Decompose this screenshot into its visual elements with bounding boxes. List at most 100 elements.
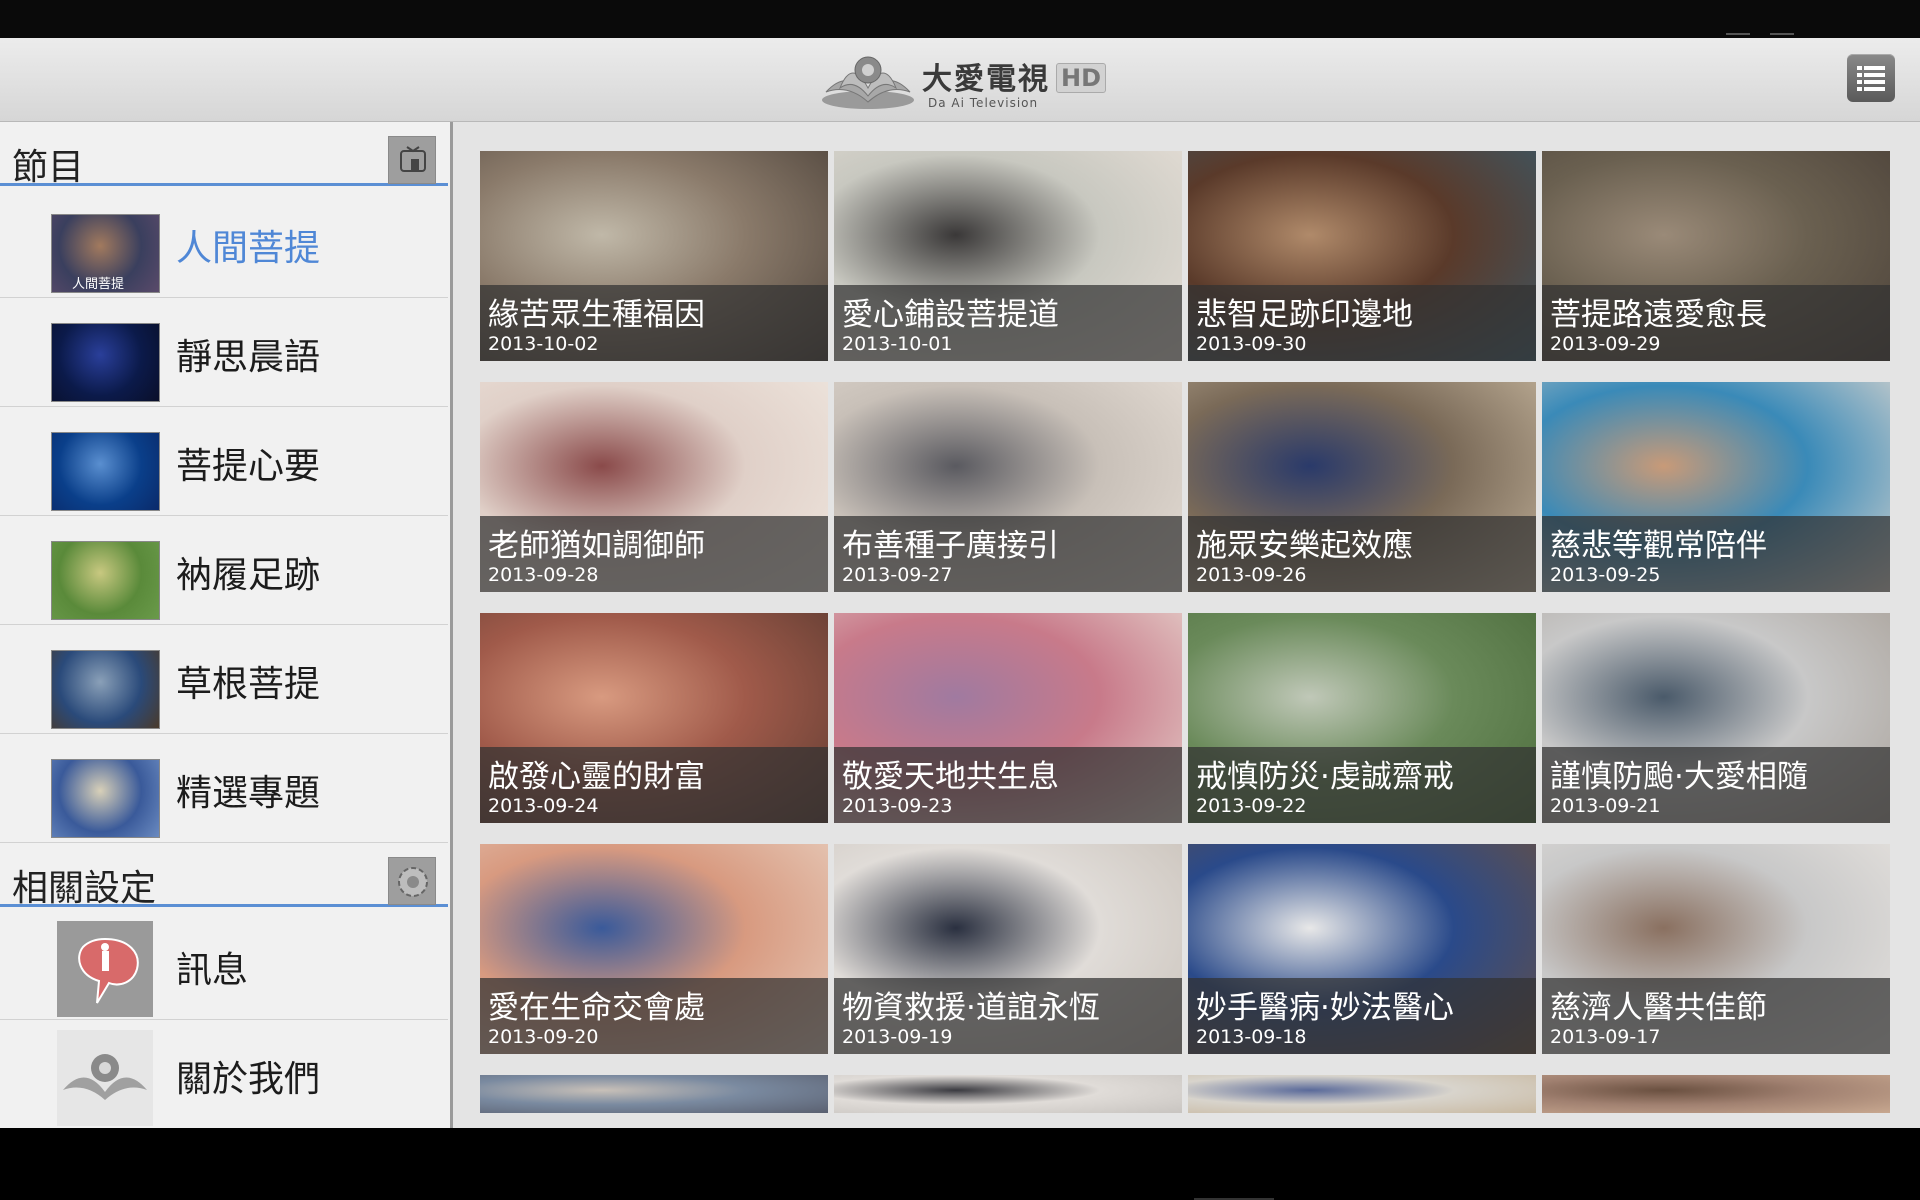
video-title: 謹慎防颱·大愛相隨 bbox=[1550, 759, 1808, 795]
video-date: 2013-09-20 bbox=[488, 1026, 599, 1048]
gear-icon[interactable] bbox=[388, 857, 436, 905]
video-tile[interactable]: 物資救援·道誼永恆 2013-09-19 bbox=[834, 844, 1182, 1054]
video-title: 戒慎防災·虔誠齋戒 bbox=[1196, 759, 1454, 795]
video-tile[interactable]: 謹慎防颱·大愛相隨 2013-09-21 bbox=[1542, 613, 1890, 823]
video-title: 緣苦眾生種福因 bbox=[488, 297, 705, 333]
program-label: 靜思晨語 bbox=[176, 337, 321, 378]
program-thumbnail bbox=[51, 323, 160, 402]
settings-item-label: 訊息 bbox=[176, 950, 249, 991]
video-title: 慈悲等觀常陪伴 bbox=[1550, 528, 1767, 564]
video-title: 慈濟人醫共佳節 bbox=[1550, 990, 1767, 1026]
sidebar-program-item[interactable]: 草根菩提 bbox=[0, 625, 448, 734]
action-bar: 大愛電視 HD Da Ai Television bbox=[0, 38, 1920, 122]
video-title: 啟發心靈的財富 bbox=[488, 759, 705, 795]
video-grid: 緣苦眾生種福因 2013-10-02 愛心鋪設菩提道 2013-10-01 悲智足跡印邊… bbox=[453, 122, 1920, 1128]
status-indicator bbox=[1726, 33, 1750, 35]
video-caption: 菩提路遠愛愈長 2013-09-29 bbox=[1542, 285, 1890, 361]
video-date: 2013-10-02 bbox=[488, 333, 599, 355]
video-tile[interactable]: 悲智足跡印邊地 2013-09-30 bbox=[1188, 151, 1536, 361]
video-date: 2013-09-17 bbox=[1550, 1026, 1661, 1048]
video-caption: 慈濟人醫共佳節 2013-09-17 bbox=[1542, 978, 1890, 1054]
video-tile[interactable]: 老師猶如調御師 2013-09-28 bbox=[480, 382, 828, 592]
video-thumbnail bbox=[834, 1075, 1182, 1113]
program-label: 精選專題 bbox=[176, 773, 321, 814]
video-tile[interactable]: 戒慎防災·虔誠齋戒 2013-09-22 bbox=[1188, 613, 1536, 823]
video-caption: 妙手醫病·妙法醫心 2013-09-18 bbox=[1188, 978, 1536, 1054]
video-tile[interactable]: 啟發心靈的財富 2013-09-24 bbox=[480, 613, 828, 823]
video-title: 愛心鋪設菩提道 bbox=[842, 297, 1059, 333]
lotus-logo-icon bbox=[57, 1030, 153, 1126]
video-tile[interactable]: 緣苦眾生種福因 2013-10-02 bbox=[480, 151, 828, 361]
program-label: 菩提心要 bbox=[176, 446, 321, 487]
program-thumbnail bbox=[51, 432, 160, 511]
program-label: 衲履足跡 bbox=[176, 555, 321, 596]
video-date: 2013-09-23 bbox=[842, 795, 953, 817]
video-title: 敬愛天地共生息 bbox=[842, 759, 1059, 795]
video-thumbnail bbox=[480, 1075, 828, 1113]
video-tile[interactable]: 妙手醫病·妙法醫心 2013-09-18 bbox=[1188, 844, 1536, 1054]
settings-header-title: 相關設定 bbox=[12, 868, 157, 909]
app-logo[interactable]: 大愛電視 HD Da Ai Television bbox=[818, 48, 1108, 112]
video-caption: 緣苦眾生種福因 2013-10-02 bbox=[480, 285, 828, 361]
video-title: 施眾安樂起效應 bbox=[1196, 528, 1413, 564]
video-caption: 慈悲等觀常陪伴 2013-09-25 bbox=[1542, 516, 1890, 592]
video-caption: 布善種子廣接引 2013-09-27 bbox=[834, 516, 1182, 592]
message-icon bbox=[57, 921, 153, 1017]
video-date: 2013-09-19 bbox=[842, 1026, 953, 1048]
sidebar-program-item[interactable]: 精選專題 bbox=[0, 734, 448, 843]
video-tile[interactable] bbox=[480, 1075, 828, 1113]
lotus-emblem-icon bbox=[822, 56, 914, 109]
video-tile[interactable]: 慈濟人醫共佳節 2013-09-17 bbox=[1542, 844, 1890, 1054]
tv-icon[interactable] bbox=[388, 136, 436, 184]
video-date: 2013-09-30 bbox=[1196, 333, 1307, 355]
app-screen: 大愛電視HD Da Ai Television 節目 人間菩提人間菩提靜思 bbox=[0, 0, 1920, 1200]
video-tile[interactable] bbox=[1188, 1075, 1536, 1113]
video-date: 2013-09-26 bbox=[1196, 564, 1307, 586]
video-date: 2013-09-18 bbox=[1196, 1026, 1307, 1048]
program-thumbnail bbox=[51, 650, 160, 729]
video-tile[interactable]: 施眾安樂起效應 2013-09-26 bbox=[1188, 382, 1536, 592]
settings-header: 相關設定 bbox=[0, 847, 448, 909]
sidebar-program-item[interactable]: 菩提心要 bbox=[0, 407, 448, 516]
video-caption: 敬愛天地共生息 2013-09-23 bbox=[834, 747, 1182, 823]
video-caption: 戒慎防災·虔誠齋戒 2013-09-22 bbox=[1188, 747, 1536, 823]
video-caption: 悲智足跡印邊地 2013-09-30 bbox=[1188, 285, 1536, 361]
logo-subtitle: Da Ai Television bbox=[928, 96, 1039, 110]
video-title: 悲智足跡印邊地 bbox=[1196, 297, 1413, 333]
video-tile[interactable]: 敬愛天地共生息 2013-09-23 bbox=[834, 613, 1182, 823]
video-date: 2013-09-22 bbox=[1196, 795, 1307, 817]
video-date: 2013-09-25 bbox=[1550, 564, 1661, 586]
video-caption: 謹慎防颱·大愛相隨 2013-09-21 bbox=[1542, 747, 1890, 823]
video-caption: 愛心鋪設菩提道 2013-10-01 bbox=[834, 285, 1182, 361]
video-caption: 施眾安樂起效應 2013-09-26 bbox=[1188, 516, 1536, 592]
video-tile[interactable]: 愛心鋪設菩提道 2013-10-01 bbox=[834, 151, 1182, 361]
list-menu-button[interactable] bbox=[1847, 54, 1895, 102]
video-tile[interactable]: 菩提路遠愛愈長 2013-09-29 bbox=[1542, 151, 1890, 361]
video-caption: 老師猶如調御師 2013-09-28 bbox=[480, 516, 828, 592]
program-label: 草根菩提 bbox=[176, 664, 321, 705]
video-date: 2013-09-27 bbox=[842, 564, 953, 586]
program-thumbnail bbox=[51, 759, 160, 838]
thumbnail-caption: 人間菩提 bbox=[72, 277, 125, 292]
video-tile[interactable] bbox=[1542, 1075, 1890, 1113]
video-caption: 愛在生命交會處 2013-09-20 bbox=[480, 978, 828, 1054]
sidebar-program-item[interactable]: 靜思晨語 bbox=[0, 298, 448, 407]
settings-item-label: 關於我們 bbox=[176, 1059, 321, 1100]
settings-item-messages[interactable]: 訊息 bbox=[0, 911, 448, 1020]
video-date: 2013-09-24 bbox=[488, 795, 599, 817]
sidebar-program-item[interactable]: 衲履足跡 bbox=[0, 516, 448, 625]
video-tile[interactable]: 愛在生命交會處 2013-09-20 bbox=[480, 844, 828, 1054]
video-date: 2013-09-29 bbox=[1550, 333, 1661, 355]
program-thumbnail: 人間菩提 bbox=[51, 214, 160, 293]
programs-header: 節目 bbox=[0, 126, 448, 188]
video-tile[interactable]: 布善種子廣接引 2013-09-27 bbox=[834, 382, 1182, 592]
video-tile[interactable]: 慈悲等觀常陪伴 2013-09-25 bbox=[1542, 382, 1890, 592]
list-icon bbox=[1857, 66, 1885, 91]
video-title: 妙手醫病·妙法醫心 bbox=[1196, 990, 1454, 1026]
video-title: 愛在生命交會處 bbox=[488, 990, 705, 1026]
settings-item-about[interactable]: 關於我們 bbox=[0, 1020, 448, 1129]
sidebar-program-item[interactable]: 人間菩提 人間菩提 bbox=[0, 189, 448, 298]
status-indicator bbox=[1770, 33, 1794, 35]
video-thumbnail bbox=[1542, 1075, 1890, 1113]
video-tile[interactable] bbox=[834, 1075, 1182, 1113]
